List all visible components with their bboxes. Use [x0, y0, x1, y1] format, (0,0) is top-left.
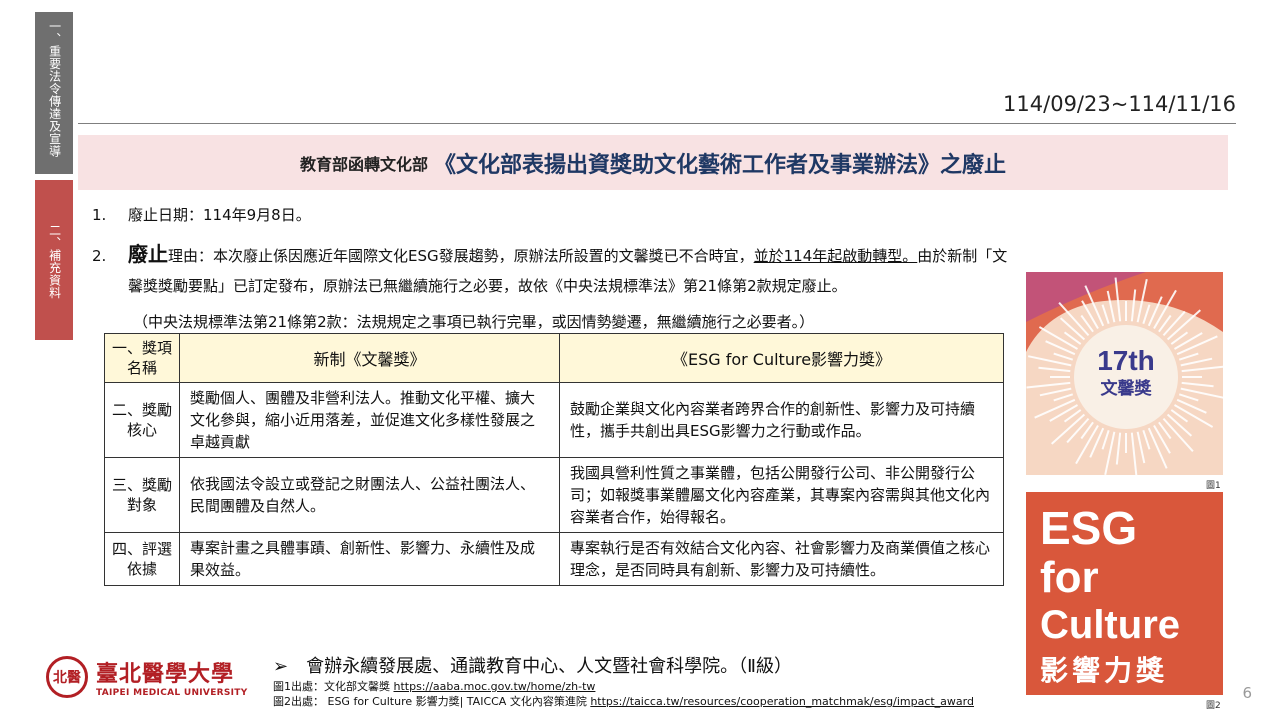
sidebar-tab-supplementary-label: 二、補充資料	[47, 224, 62, 299]
item-text: 理由：本次廢止係因應近年國際文化ESG發展趨勢，原辦法所設置的文馨獎已不合時宜，	[168, 247, 754, 265]
slide-title-bar: 教育部函轉文化部 《文化部表揚出資獎助文化藝術工作者及事業辦法》之廢止	[78, 135, 1228, 190]
table-row-label: 二、獎勵核心	[104, 382, 180, 458]
item-number: 1.	[92, 206, 107, 224]
law-note: （中央法規標準法第21條第2款：法規規定之事項已執行完畢，或因情勢變遷，無繼續施…	[133, 313, 815, 331]
sunburst-graphic: 17th 文馨獎	[1026, 272, 1223, 475]
esg-line: for	[1040, 553, 1099, 602]
esg-line: ESG	[1040, 502, 1137, 554]
award-edition: 17th	[1097, 345, 1155, 376]
university-name-cn: 臺北醫學大學	[96, 661, 235, 687]
comparison-table: 一、獎項名稱 新制《文馨獎》 《ESG for Culture影響力獎》 二、獎…	[104, 333, 1004, 586]
list-item-abolish-date: 1. 廢止日期：114年9月8日。	[92, 200, 311, 230]
table-cell: 鼓勵企業與文化內容業者跨界合作的創新性、影響力及可持續性，攜手共創出具ESG影響…	[559, 382, 1004, 458]
table-row-label: 三、獎勵對象	[104, 457, 180, 533]
esg-poster-graphic: ESG for Culture 影響力獎	[1026, 492, 1223, 695]
page-number: 6	[1242, 684, 1252, 702]
image-source-1: 圖1出處：文化部文馨獎 https://aaba.moc.gov.tw/home…	[273, 678, 595, 694]
sidebar-tab-regulations[interactable]: 一、重要法令傳達及宣導	[35, 12, 73, 174]
item-text-cont: 由於新制「文	[917, 247, 1008, 265]
sidebar-tab-regulations-label: 一、重要法令傳達及宣導	[47, 20, 62, 158]
item-underlined-text: 並於114年起啟動轉型。	[753, 247, 918, 265]
table-cell: 專案計畫之具體事蹟、創新性、影響力、永續性及成果效益。	[179, 532, 560, 586]
item-number: 2.	[92, 247, 107, 265]
table-cell: 專案執行是否有效結合文化內容、社會影響力及商業價值之核心理念，是否同時具有創新、…	[559, 532, 1004, 586]
esg-line: Culture	[1040, 603, 1180, 647]
university-seal-icon: 北醫	[46, 656, 88, 698]
table-row: 二、獎勵核心 獎勵個人、團體及非營利法人。推動文化平權、擴大文化參與，縮小近用落…	[104, 382, 1004, 458]
table-row-label: 一、獎項名稱	[104, 333, 180, 383]
divider	[78, 123, 1236, 124]
image-source-2: 圖2出處： ESG for Culture 影響力獎| TAICCA 文化內容策…	[273, 693, 974, 709]
table-header-cell: 《ESG for Culture影響力獎》	[559, 333, 1004, 383]
table-header-row: 一、獎項名稱 新制《文馨獎》 《ESG for Culture影響力獎》	[104, 333, 1004, 383]
table-row-label: 四、評選依據	[104, 532, 180, 586]
table-row: 四、評選依據 專案計畫之具體事蹟、創新性、影響力、永續性及成果效益。 專案執行是…	[104, 532, 1004, 586]
table-cell: 依我國法令設立或登記之財團法人、公益社團法人、民間團體及自然人。	[179, 457, 560, 533]
source-label: 圖2出處： ESG for Culture 影響力獎| TAICCA 文化內容策…	[273, 695, 587, 708]
award-name: 文馨獎	[1101, 378, 1153, 399]
sidebar-tab-supplementary[interactable]: 二、補充資料	[35, 180, 73, 340]
date-range: 114/09/23~114/11/16	[1003, 92, 1236, 116]
source-link[interactable]: https://taicca.tw/resources/cooperation_…	[590, 695, 974, 708]
table-cell: 獎勵個人、團體及非營利法人。推動文化平權、擴大文化參與，縮小近用落差，並促進文化…	[179, 382, 560, 458]
university-name-en: TAIPEI MEDICAL UNIVERSITY	[96, 688, 248, 698]
university-logo: 北醫 臺北醫學大學 TAIPEI MEDICAL UNIVERSITY	[46, 648, 266, 706]
award-image-esg: ESG for Culture 影響力獎	[1026, 492, 1223, 695]
image-caption: 圖1	[1206, 481, 1221, 491]
award-image-wenxin: 17th 文馨獎	[1026, 272, 1223, 475]
organizer-note: ➢ 會辦永續發展處、通識教育中心、人文暨社會科學院。（Ⅱ級）	[273, 656, 792, 677]
table-row: 三、獎勵對象 依我國法令設立或登記之財團法人、公益社團法人、民間團體及自然人。 …	[104, 457, 1004, 533]
slide-title: 《文化部表揚出資獎助文化藝術工作者及事業辦法》之廢止	[434, 152, 1007, 178]
table-cell: 我國具營利性質之事業體，包括公開發行公司、非公開發行公司；如報獎事業體屬文化內容…	[559, 457, 1004, 533]
title-prefix: 教育部函轉文化部	[299, 154, 428, 174]
source-label: 圖1出處：文化部文馨獎	[273, 680, 390, 693]
esg-line: 影響力獎	[1040, 654, 1168, 687]
image-caption: 圖2	[1206, 701, 1221, 711]
table-header-cell: 新制《文馨獎》	[179, 333, 560, 383]
source-link[interactable]: https://aaba.moc.gov.tw/home/zh-tw	[394, 680, 596, 693]
item-keyword: 廢止	[128, 242, 168, 266]
item-text: 廢止日期：114年9月8日。	[128, 206, 311, 224]
